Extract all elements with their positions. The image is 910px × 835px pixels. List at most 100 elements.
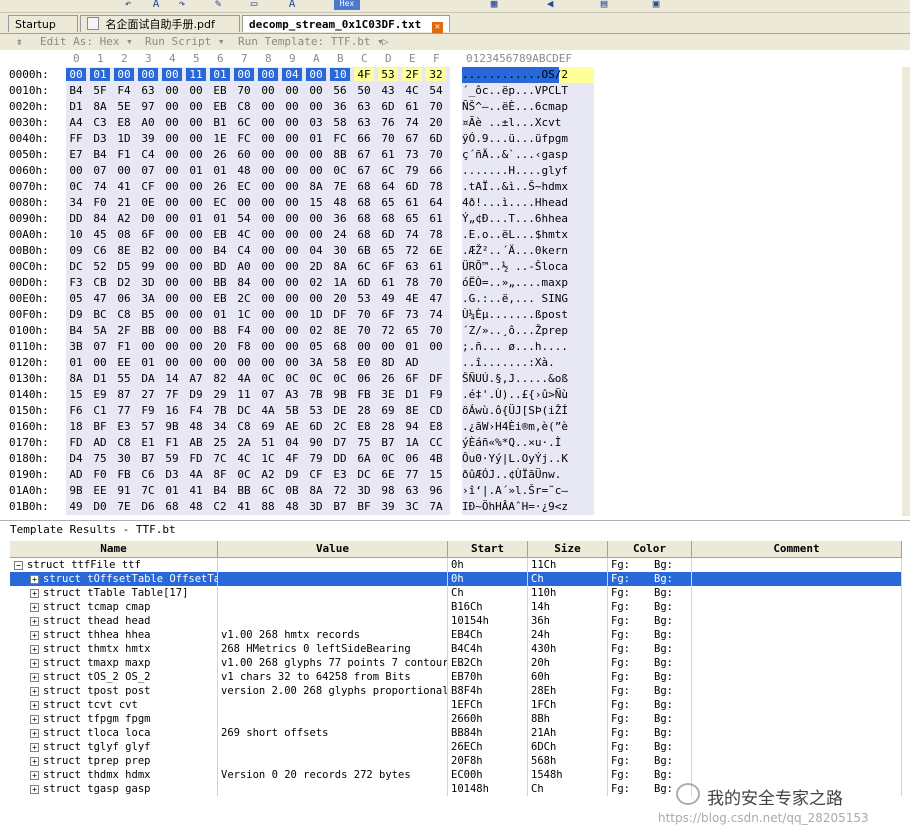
hex-byte[interactable]: 90 xyxy=(306,436,326,449)
expand-icon[interactable]: + xyxy=(30,715,39,724)
hex-byte[interactable]: 66 xyxy=(354,132,374,145)
column-header-value[interactable]: Value xyxy=(218,541,448,557)
hex-byte[interactable]: 11 xyxy=(186,68,206,81)
hex-byte[interactable]: 20 xyxy=(210,340,230,353)
hex-byte[interactable]: 26 xyxy=(210,180,230,193)
hex-byte[interactable]: 72 xyxy=(402,244,422,257)
hex-byte[interactable]: 2F xyxy=(402,68,422,81)
bg-color-label[interactable]: Bg: xyxy=(654,572,673,586)
hex-bytes[interactable]: B4 5F F4 63 00 00 EB 70 00 00 00 56 50 43 4C 54 xyxy=(66,83,450,99)
hex-byte[interactable]: 61 xyxy=(426,212,446,225)
play-icon[interactable]: ▷ xyxy=(382,34,389,50)
hex-byte[interactable]: 6D xyxy=(378,100,398,113)
hex-byte[interactable]: D0 xyxy=(138,212,158,225)
hex-byte[interactable]: 02 xyxy=(306,276,326,289)
hex-byte[interactable]: E1 xyxy=(138,436,158,449)
hex-byte[interactable]: BF xyxy=(90,420,110,433)
hex-byte[interactable]: 04 xyxy=(306,244,326,257)
expand-icon[interactable]: + xyxy=(30,603,39,612)
hex-byte[interactable]: 36 xyxy=(330,212,350,225)
hex-byte[interactable]: 00 xyxy=(186,116,206,129)
hex-byte[interactable]: 68 xyxy=(330,340,350,353)
hex-byte[interactable]: 69 xyxy=(258,420,278,433)
hex-byte[interactable]: 09 xyxy=(66,244,86,257)
hex-byte[interactable]: AE xyxy=(282,420,302,433)
hex-byte[interactable]: 1D xyxy=(306,308,326,321)
template-row[interactable]: + struct tcmap cmap B16Ch 14h Fg: Bg: xyxy=(10,600,902,614)
hex-byte[interactable]: 27 xyxy=(138,388,158,401)
template-name-cell[interactable]: + struct tfpgm fpgm xyxy=(10,712,218,726)
hex-byte[interactable]: 00 xyxy=(186,244,206,257)
hex-byte[interactable]: DF xyxy=(426,372,446,385)
hex-byte[interactable]: A2 xyxy=(258,468,278,481)
hex-byte[interactable]: 84 xyxy=(90,212,110,225)
hex-bytes[interactable]: D4 75 30 B7 59 FD 7C 4C 1C 4F 79 DD 6A 0C 06 4B xyxy=(66,451,450,467)
hex-byte[interactable]: 51 xyxy=(258,436,278,449)
hex-byte[interactable]: F1 xyxy=(114,340,134,353)
template-name-cell[interactable]: + struct tcvt cvt xyxy=(10,698,218,712)
hex-byte[interactable]: 00 xyxy=(186,276,206,289)
ascii-text[interactable]: ............OS/2 xyxy=(462,67,594,83)
hex-byte[interactable]: 4E xyxy=(402,292,422,305)
hex-byte[interactable]: BB xyxy=(234,484,254,497)
hex-byte[interactable]: DE xyxy=(330,404,350,417)
hex-byte[interactable]: 6F xyxy=(138,228,158,241)
hex-byte[interactable]: D3 xyxy=(90,132,110,145)
hex-byte[interactable]: 64 xyxy=(378,180,398,193)
hex-byte[interactable]: 59 xyxy=(162,452,182,465)
hex-bytes[interactable]: A4 C3 E8 A0 00 00 B1 6C 00 00 03 58 63 76 74 20 xyxy=(66,115,450,131)
hex-byte[interactable]: 00 xyxy=(258,132,278,145)
hex-byte[interactable]: 6D xyxy=(378,228,398,241)
hex-byte[interactable]: 00 xyxy=(282,164,302,177)
ascii-text[interactable]: öÁwù.ô{ÜJ[SÞ(iŽÍ xyxy=(462,403,594,419)
hex-byte[interactable]: 6D xyxy=(426,132,446,145)
bg-color-label[interactable]: Bg: xyxy=(654,586,673,600)
hex-byte[interactable]: 32 xyxy=(426,68,446,81)
hex-byte[interactable]: 00 xyxy=(282,244,302,257)
hex-byte[interactable]: C2 xyxy=(210,500,230,513)
bg-color-label[interactable]: Bg: xyxy=(654,740,673,754)
hex-byte[interactable]: 70 xyxy=(426,148,446,161)
hex-byte[interactable]: CF xyxy=(138,180,158,193)
hex-byte[interactable]: C1 xyxy=(90,404,110,417)
undo-icon[interactable]: ↶ xyxy=(122,0,134,10)
hex-byte[interactable]: C6 xyxy=(90,244,110,257)
hex-byte[interactable]: 05 xyxy=(66,292,86,305)
hex-byte[interactable]: 8F xyxy=(210,468,230,481)
hex-byte[interactable]: 00 xyxy=(66,164,86,177)
hex-byte[interactable]: 01 xyxy=(186,164,206,177)
template-name-cell[interactable]: + struct tpost post xyxy=(10,684,218,698)
bg-color-label[interactable]: Bg: xyxy=(654,726,673,740)
column-header-start[interactable]: Start xyxy=(448,541,528,557)
hex-byte[interactable]: 96 xyxy=(426,484,446,497)
grid-icon[interactable]: ▦ xyxy=(488,0,500,10)
hex-byte[interactable]: 5B xyxy=(282,404,302,417)
hex-byte[interactable]: 15 xyxy=(306,196,326,209)
hex-byte[interactable]: 56 xyxy=(330,84,350,97)
hex-byte[interactable]: 47 xyxy=(90,292,110,305)
hex-bytes[interactable]: 0C 74 41 CF 00 00 26 EC 00 00 8A 7E 68 64 6D 78 xyxy=(66,179,450,195)
template-row[interactable]: + struct thead head 10154h 36h Fg: Bg: xyxy=(10,614,902,628)
hex-byte[interactable]: FB xyxy=(114,468,134,481)
hex-byte[interactable]: 4A xyxy=(234,372,254,385)
hex-byte[interactable]: F8 xyxy=(234,340,254,353)
ascii-text[interactable]: ÑŠ^—..ëÈ...6cmap xyxy=(462,99,594,115)
hex-byte[interactable]: FD xyxy=(66,436,86,449)
hex-byte[interactable]: 58 xyxy=(330,116,350,129)
hex-byte[interactable]: 01 xyxy=(306,132,326,145)
hex-byte[interactable]: 53 xyxy=(354,292,374,305)
hex-byte[interactable]: 00 xyxy=(282,180,302,193)
hex-byte[interactable]: 74 xyxy=(402,228,422,241)
hex-byte[interactable]: 74 xyxy=(426,308,446,321)
hex-byte[interactable]: 9B xyxy=(66,484,86,497)
hex-byte[interactable]: DC xyxy=(66,260,86,273)
template-row[interactable]: + struct tfpgm fpgm 2660h 8Bh Fg: Bg: xyxy=(10,712,902,726)
hex-byte[interactable]: 39 xyxy=(138,132,158,145)
hex-byte[interactable]: 28 xyxy=(354,404,374,417)
bg-color-label[interactable]: Bg: xyxy=(654,600,673,614)
hex-byte[interactable]: 1D xyxy=(114,132,134,145)
template-row[interactable]: + struct tmaxp maxp v1.00 268 glyphs 77 po… xyxy=(10,656,902,670)
hex-byte[interactable]: 00 xyxy=(378,340,398,353)
find-icon[interactable]: A xyxy=(150,0,162,10)
hex-byte[interactable]: 00 xyxy=(258,340,278,353)
